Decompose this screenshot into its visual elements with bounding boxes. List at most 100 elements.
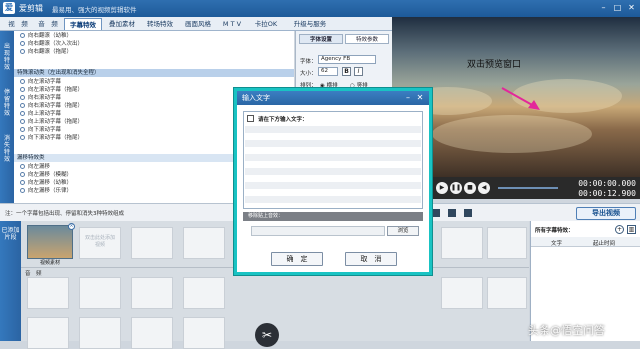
browse-button[interactable]: 浏览 xyxy=(387,226,419,236)
list-item-label: 向下滚动字幕（拖尾） xyxy=(28,135,84,141)
delete-icon[interactable]: ▥ xyxy=(627,225,636,234)
empty-slot[interactable] xyxy=(79,317,121,349)
video-clip-thumbnail[interactable] xyxy=(27,225,73,259)
text-input-area[interactable]: 请在下方输入文字： xyxy=(243,111,423,209)
subtitle-toolbar-icon[interactable] xyxy=(432,209,440,217)
sidebar-tab-disappear[interactable]: 消失特效 xyxy=(2,135,12,163)
italic-icon[interactable]: I xyxy=(354,67,363,76)
radio-icon[interactable] xyxy=(20,79,25,84)
radio-icon[interactable] xyxy=(20,49,25,54)
list-item[interactable]: 向下滚动字幕 xyxy=(20,126,61,134)
radio-icon[interactable] xyxy=(20,164,25,169)
empty-slot[interactable] xyxy=(183,317,225,349)
list-item[interactable]: 向左漏移（乐律） xyxy=(20,187,72,195)
tab-font-settings[interactable]: 字体设置 xyxy=(299,34,343,44)
empty-slot[interactable] xyxy=(131,277,173,309)
size-select[interactable]: 62 xyxy=(318,67,338,76)
list-item[interactable]: 向左漏移（模糊） xyxy=(20,171,72,179)
empty-slot[interactable] xyxy=(183,277,225,309)
remove-clip-icon[interactable]: × xyxy=(68,223,75,230)
font-select[interactable]: Agency FB xyxy=(318,55,376,64)
volume-slider[interactable] xyxy=(498,187,558,189)
sidebar-tab-appear[interactable]: 出现特效 xyxy=(2,43,12,71)
list-item-label: 向右滚动字幕（拖尾） xyxy=(28,103,84,109)
radio-icon[interactable] xyxy=(20,95,25,100)
size-label: 大小： xyxy=(300,71,317,77)
radio-icon[interactable] xyxy=(20,119,25,124)
tab-mtv[interactable]: M T V xyxy=(218,18,246,30)
slot-placeholder: 双击此处添加视频 xyxy=(84,235,115,248)
subtitle-panel-title: 所有字幕特效： xyxy=(535,228,574,234)
empty-slot[interactable] xyxy=(27,277,69,309)
sidebar-tab-stay[interactable]: 停留特效 xyxy=(2,89,12,117)
list-item[interactable]: 向右滚动字幕 xyxy=(20,94,61,102)
empty-slot[interactable] xyxy=(487,227,527,259)
radio-icon[interactable] xyxy=(20,135,25,140)
list-item[interactable]: 向左滚动字幕（拖尾） xyxy=(20,86,83,94)
tab-overlay[interactable]: 叠加素材 xyxy=(104,18,140,30)
list-item[interactable]: 向左漏移 xyxy=(20,163,50,171)
list-item[interactable]: 向右滚动字幕（拖尾） xyxy=(20,102,83,110)
radio-icon[interactable] xyxy=(20,188,25,193)
scissors-icon[interactable]: ✂ xyxy=(255,323,279,347)
minimize-icon[interactable]: – xyxy=(598,2,609,13)
tab-subtitle-effects[interactable]: 字幕特效 xyxy=(64,18,102,30)
ok-button[interactable]: 确 定 xyxy=(271,252,323,266)
edit-icon[interactable] xyxy=(448,209,456,217)
dialog-close-icon[interactable]: ✕ xyxy=(415,93,425,103)
export-video-button[interactable]: 导出视频 xyxy=(576,207,636,220)
tab-styles[interactable]: 画面风格 xyxy=(180,18,216,30)
tab-transitions[interactable]: 转场特效 xyxy=(142,18,178,30)
empty-slot[interactable] xyxy=(27,317,69,349)
tab-audio[interactable]: 音 频 xyxy=(34,18,62,30)
radio-icon[interactable] xyxy=(20,127,25,132)
radio-icon[interactable] xyxy=(20,103,25,108)
add-icon[interactable]: + xyxy=(615,225,624,234)
tab-video[interactable]: 视 频 xyxy=(4,18,32,30)
edit-note-icon xyxy=(247,115,254,122)
sound-file-input[interactable] xyxy=(251,226,385,236)
empty-slot[interactable] xyxy=(441,277,483,309)
pause-icon[interactable]: ❚❚ xyxy=(450,182,462,194)
dialog-minimize-icon[interactable]: – xyxy=(403,93,413,103)
stop-icon[interactable]: ■ xyxy=(464,182,476,194)
maximize-icon[interactable]: □ xyxy=(612,2,623,13)
preview-hint: 双击预览窗口 xyxy=(467,60,522,70)
list-item[interactable]: 向下滚动字幕（拖尾） xyxy=(20,134,83,142)
added-clips-tab[interactable]: 已添加片段 xyxy=(0,221,21,341)
tab-upgrade[interactable]: 升级与服务 xyxy=(286,18,334,30)
radio-icon[interactable] xyxy=(20,41,25,46)
list-item-label: 向上滚动字幕 xyxy=(28,111,62,117)
prev-icon[interactable]: ◀ xyxy=(478,182,490,194)
radio-icon[interactable] xyxy=(20,33,25,38)
bold-icon[interactable]: B xyxy=(342,67,351,76)
list-item[interactable]: 向右翻滚（拖尾） xyxy=(20,48,72,56)
empty-slot[interactable] xyxy=(441,227,483,259)
text-line xyxy=(245,140,421,147)
empty-slot[interactable] xyxy=(487,277,527,309)
list-item[interactable]: 向左漏移（幼稚） xyxy=(20,179,72,187)
radio-icon[interactable] xyxy=(20,180,25,185)
close-icon[interactable]: ✕ xyxy=(626,2,637,13)
list-item[interactable]: 向左滚动字幕 xyxy=(20,78,61,86)
list-item[interactable]: 向右翻滚（次入次出） xyxy=(20,40,83,48)
empty-slot[interactable] xyxy=(183,227,225,259)
tab-effect-params[interactable]: 特效参数 xyxy=(345,34,389,44)
list-item-label: 向右翻滚（幼稚） xyxy=(28,33,73,39)
list-item[interactable]: 向上滚动字幕 xyxy=(20,110,61,118)
play-icon[interactable]: ▶ xyxy=(436,182,448,194)
radio-icon[interactable] xyxy=(20,111,25,116)
tab-karaoke[interactable]: 卡拉OK xyxy=(248,18,284,30)
empty-slot[interactable]: 双击此处添加视频 xyxy=(79,227,121,259)
empty-slot[interactable] xyxy=(131,227,173,259)
settings-icon[interactable] xyxy=(464,209,472,217)
list-item[interactable]: 向右翻滚（幼稚） xyxy=(20,32,72,40)
cancel-button[interactable]: 取 消 xyxy=(345,252,397,266)
list-item-label: 向左滚动字幕 xyxy=(28,79,62,85)
empty-slot[interactable] xyxy=(79,277,121,309)
category-header[interactable]: 特殊滚动类（左出现和消失全程） xyxy=(14,69,294,77)
list-item[interactable]: 向上滚动字幕（拖尾） xyxy=(20,118,83,126)
empty-slot[interactable] xyxy=(131,317,173,349)
radio-icon[interactable] xyxy=(20,172,25,177)
radio-icon[interactable] xyxy=(20,87,25,92)
